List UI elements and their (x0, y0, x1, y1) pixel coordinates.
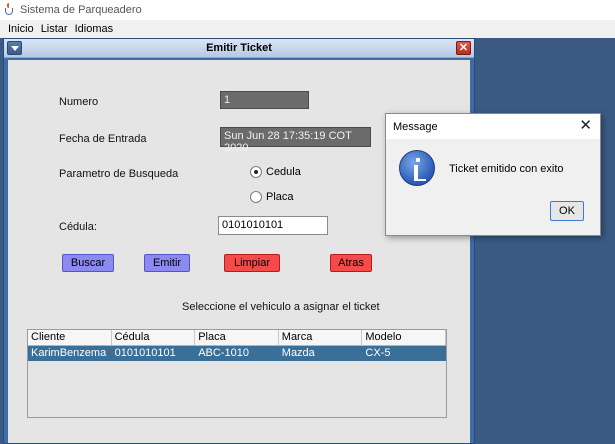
col-modelo[interactable]: Modelo (362, 330, 446, 345)
radio-placa-indicator[interactable] (250, 191, 262, 203)
menu-inicio[interactable]: Inicio (8, 23, 34, 35)
frame-close-button[interactable]: ✕ (456, 41, 471, 55)
menu-bar: Inicio Listar Idiomas (0, 20, 615, 38)
table-row[interactable]: KarimBenzema 0101010101 ABC-1010 Mazda C… (28, 346, 446, 361)
col-marca[interactable]: Marca (279, 330, 363, 345)
cell-placa: ABC-1010 (198, 347, 249, 359)
limpiar-button[interactable]: Limpiar (224, 254, 280, 272)
dialog-message: Ticket emitido con exito (449, 163, 564, 175)
col-placa[interactable]: Placa (195, 330, 279, 345)
radio-placa[interactable]: Placa (250, 191, 294, 203)
info-icon (399, 150, 435, 186)
message-dialog: Message ✕ Ticket emitido con exito OK (385, 113, 601, 236)
parametro-busqueda-label: Parametro de Busqueda (59, 168, 179, 180)
cell-modelo: CX-5 (365, 347, 391, 359)
atras-button[interactable]: Atras (330, 254, 372, 272)
cell-cedula: 0101010101 (114, 347, 176, 359)
cedula-input[interactable]: 0101010101 (218, 216, 328, 235)
emitir-button[interactable]: Emitir (144, 254, 190, 272)
frame-title: Emitir Ticket (206, 42, 272, 54)
buscar-button[interactable]: Buscar (62, 254, 114, 272)
radio-cedula-indicator[interactable] (250, 166, 262, 178)
numero-field: 1 (220, 91, 309, 109)
dialog-title: Message (393, 120, 438, 133)
window-title: Sistema de Parqueadero (20, 4, 142, 16)
cell-marca: Mazda (281, 347, 315, 359)
col-cedula[interactable]: Cédula (112, 330, 196, 345)
menu-idiomas[interactable]: Idiomas (75, 23, 114, 35)
dialog-close-icon[interactable]: ✕ (579, 118, 592, 133)
col-cliente[interactable]: Cliente (28, 330, 112, 345)
vehicle-table[interactable]: Cliente Cédula Placa Marca Modelo KarimB… (27, 329, 447, 418)
java-app-icon (2, 3, 16, 17)
menu-listar[interactable]: Listar (41, 23, 68, 35)
cell-cliente: KarimBenzema (31, 347, 107, 359)
radio-cedula[interactable]: Cedula (250, 166, 301, 178)
fecha-entrada-field: Sun Jun 28 17:35:19 COT 2020 (220, 127, 371, 154)
radio-cedula-label: Cedula (266, 166, 301, 178)
cedula-label: Cédula: (59, 221, 97, 233)
radio-placa-label: Placa (266, 191, 294, 203)
window-titlebar: Sistema de Parqueadero (0, 0, 615, 20)
table-header: Cliente Cédula Placa Marca Modelo (28, 330, 446, 346)
frame-menu-icon[interactable] (7, 41, 22, 55)
ok-button[interactable]: OK (550, 201, 584, 221)
emitir-ticket-frame: Emitir Ticket ✕ Numero 1 Fecha de Entrad… (3, 38, 475, 444)
frame-titlebar[interactable]: Emitir Ticket ✕ (4, 39, 474, 58)
numero-label: Numero (59, 96, 99, 108)
dialog-titlebar: Message ✕ (386, 114, 600, 139)
fecha-entrada-label: Fecha de Entrada (59, 133, 147, 145)
table-caption: Seleccione el vehiculo a asignar el tick… (182, 301, 380, 313)
